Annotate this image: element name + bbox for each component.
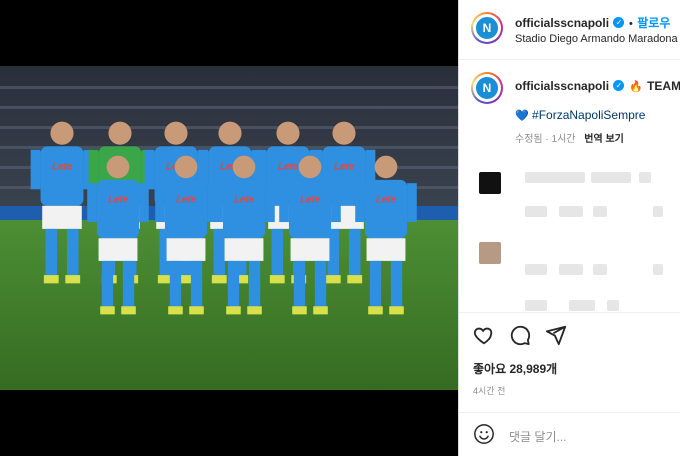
svg-text:Lete: Lete [176,195,197,206]
team-photo[interactable]: LeteLeteLeteLeteLete LeteLeteLeteLeteLet… [0,66,458,390]
location-link[interactable]: Stadio Diego Armando Maradona [515,33,678,45]
comment-blur [653,206,663,217]
header-username[interactable]: officialsscnapoli [515,16,609,30]
account-avatar[interactable]: N [471,12,503,44]
svg-text:Lete: Lete [334,162,355,173]
comment-blur [569,300,595,311]
comment-bubble-icon[interactable] [509,324,531,346]
svg-text:Lete: Lete [108,195,129,206]
comment-blur [591,172,631,183]
edited-label: 수정됨 [515,134,543,145]
fire-emoji-icon: 🔥 [628,81,643,93]
share-send-icon[interactable] [545,324,567,346]
comment-blur [653,264,663,275]
comment-bar: 댓글 달기... [459,412,680,456]
comment-blur [639,172,651,183]
comment-blur [559,264,583,275]
comment-blur [559,206,583,217]
post-media[interactable]: LeteLeteLeteLeteLete LeteLeteLeteLeteLet… [0,0,458,456]
translate-button[interactable]: 번역 보기 [584,134,624,145]
comment-blur [525,300,547,311]
follow-button[interactable]: 팔로우 [637,16,670,30]
napoli-logo-icon: N [475,16,499,40]
divider [459,312,680,313]
svg-text:Lete: Lete [52,162,73,173]
comment-avatar [479,242,501,264]
comment-blur [525,206,547,217]
post-header: N officialsscnapoli ✓ • 팔로우 Stadio Diego… [459,0,680,60]
post-actions [473,324,567,346]
verified-badge-icon: ✓ [613,80,625,92]
caption-username[interactable]: officialsscnapoli [515,79,609,93]
svg-text:Lete: Lete [278,162,299,173]
svg-text:Lete: Lete [234,195,255,206]
comment-blur [525,264,547,275]
likes-count[interactable]: 좋아요 28,989개 [473,360,557,377]
post-time[interactable]: 4시간 전 [473,384,505,397]
comment-avatar [479,172,501,194]
blue-heart-emoji-icon: 💙 [515,110,529,122]
team-photo-image: LeteLeteLeteLeteLete LeteLeteLeteLeteLet… [0,66,458,390]
svg-text:Lete: Lete [300,195,321,206]
like-heart-icon[interactable] [473,324,495,346]
comment-blur [593,264,607,275]
comment-input[interactable]: 댓글 달기... [509,428,567,445]
edited-time: 1시간 [551,134,576,145]
napoli-logo-icon: N [475,76,499,100]
caption-team-text: TEAM [647,79,680,93]
verified-badge-icon: ✓ [613,17,625,29]
caption-hashtag[interactable]: #ForzaNapoliSempre [532,108,645,122]
svg-text:Lete: Lete [376,195,397,206]
separator-dot: · [545,134,549,145]
comment-blur [593,206,607,217]
separator-dot: • [628,18,633,30]
post-side-panel: N officialsscnapoli ✓ • 팔로우 Stadio Diego… [458,0,680,456]
comment-blur [607,300,619,311]
comment-blur [525,172,585,183]
emoji-smiley-icon[interactable] [473,423,495,450]
caption-avatar[interactable]: N [471,72,503,104]
